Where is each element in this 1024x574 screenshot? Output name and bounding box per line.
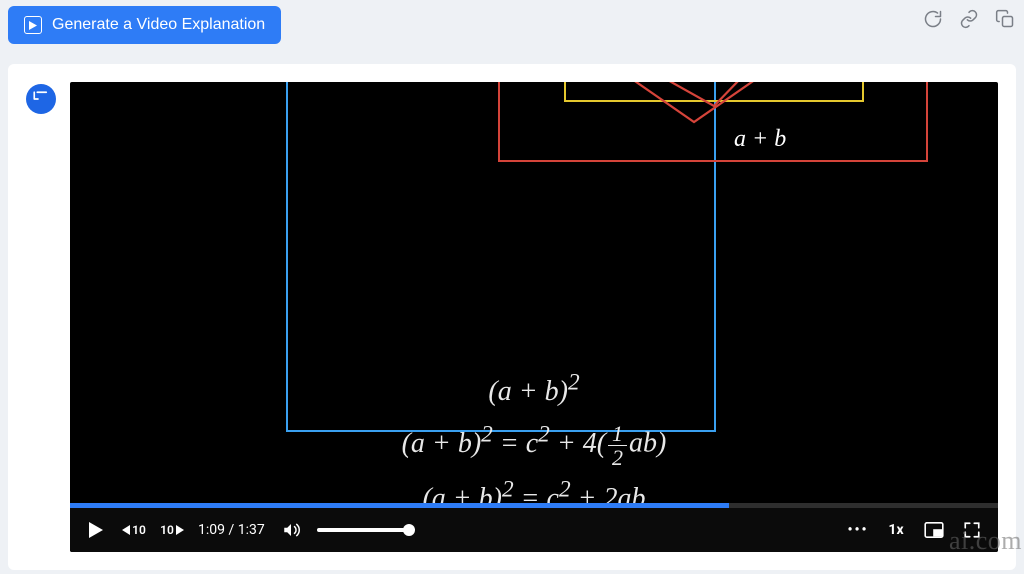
volume-slider[interactable] bbox=[317, 528, 413, 532]
refresh-icon[interactable] bbox=[922, 8, 944, 30]
copy-icon[interactable] bbox=[994, 8, 1016, 30]
video-canvas: a + b (a + b)2 (a + b)2 = c2 + 4(12ab) (… bbox=[70, 82, 998, 508]
play-button[interactable] bbox=[84, 518, 108, 542]
assistant-avatar bbox=[26, 84, 56, 114]
skip-fwd-label: 10 bbox=[160, 523, 174, 537]
total-time: 1:37 bbox=[238, 522, 265, 538]
more-menu-button[interactable]: ••• bbox=[846, 518, 870, 542]
generate-video-button[interactable]: Generate a Video Explanation bbox=[8, 6, 281, 44]
current-time: 1:09 bbox=[198, 522, 225, 538]
volume-button[interactable] bbox=[279, 518, 303, 542]
play-square-icon bbox=[24, 16, 42, 34]
playback-speed-button[interactable]: 1x bbox=[884, 518, 908, 542]
fullscreen-button[interactable] bbox=[960, 518, 984, 542]
video-player[interactable]: a + b (a + b)2 (a + b)2 = c2 + 4(12ab) (… bbox=[70, 82, 998, 552]
video-controls: 10 10 1:09 / 1:37 ••• 1x bbox=[70, 508, 998, 552]
volume-knob[interactable] bbox=[403, 524, 415, 536]
equation-1: (a + b)2 bbox=[70, 366, 998, 413]
link-icon[interactable] bbox=[958, 8, 980, 30]
content-card: a + b (a + b)2 (a + b)2 = c2 + 4(12ab) (… bbox=[8, 64, 1016, 570]
equations: (a + b)2 (a + b)2 = c2 + 4(12ab) (a + b)… bbox=[70, 362, 998, 524]
skip-back-label: 10 bbox=[132, 523, 146, 537]
generate-video-label: Generate a Video Explanation bbox=[52, 16, 265, 34]
top-action-icons bbox=[922, 6, 1016, 30]
skip-forward-button[interactable]: 10 bbox=[160, 518, 184, 542]
skip-back-button[interactable]: 10 bbox=[122, 518, 146, 542]
time-display: 1:09 / 1:37 bbox=[198, 522, 265, 538]
pip-button[interactable] bbox=[922, 518, 946, 542]
equation-2: (a + b)2 = c2 + 4(12ab) bbox=[70, 417, 998, 469]
label-a-plus-b: a + b bbox=[734, 126, 786, 153]
